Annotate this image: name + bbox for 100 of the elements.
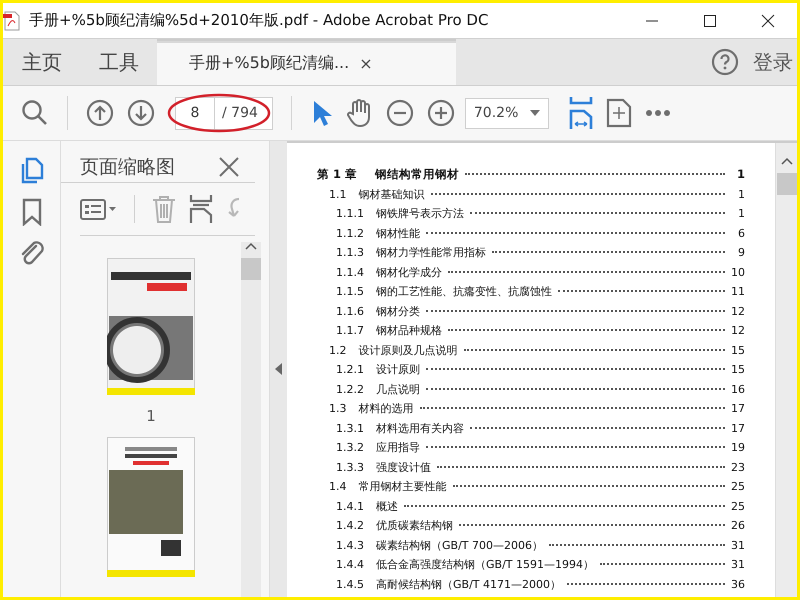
section-number: 1.3 — [329, 402, 346, 415]
section-number: 1.1.6 — [336, 304, 364, 318]
page-number-field[interactable]: 8 — [175, 96, 215, 130]
page-number: 31 — [731, 538, 745, 552]
page-number: 10 — [731, 266, 745, 278]
scrollbar-thumb[interactable] — [776, 173, 796, 195]
section-number: 1.4.2 — [336, 519, 364, 532]
section-title: 概述 — [376, 498, 398, 514]
section-number: 1.4.5 — [336, 578, 364, 590]
page-number: 12 — [731, 304, 745, 318]
section-number: 1.4 — [329, 480, 346, 493]
section-title: 钢材品种规格 — [376, 323, 442, 338]
section-title: 碳素结构钢（GB/T 700—2006） — [376, 538, 543, 552]
page-number: 1 — [737, 207, 745, 220]
section-number: 1.3.3 — [336, 460, 364, 474]
section-number: 1.1.7 — [336, 324, 364, 337]
section-number: 1.4.1 — [336, 500, 364, 512]
minimize-icon — [645, 20, 659, 22]
cover-thumbnail[interactable] — [107, 258, 195, 395]
search-icon[interactable] — [21, 99, 49, 127]
section-number: 1.2.1 — [336, 363, 364, 376]
section-number: 1.3.2 — [336, 441, 364, 454]
scrollbar[interactable] — [241, 242, 261, 597]
section-title: 钢材分类 — [376, 304, 420, 318]
zoom-out-icon[interactable] — [386, 99, 414, 127]
page-number: 25 — [731, 480, 745, 493]
scrollbar-thumb[interactable] — [241, 258, 261, 280]
section-number: 第 1 章 — [317, 167, 358, 182]
section-number: 1.2.2 — [336, 382, 364, 396]
help-icon[interactable] — [711, 48, 739, 76]
section-title: 常用钢材主要性能 — [358, 479, 446, 494]
section-title: 钢结构常用钢材 — [375, 167, 460, 182]
fit-page-icon[interactable] — [606, 98, 632, 128]
up-caret-icon[interactable] — [780, 157, 792, 165]
page-number: 15 — [731, 363, 745, 376]
sign-in-button[interactable]: 登录 — [739, 39, 797, 85]
page-number: 9 — [737, 246, 745, 259]
section-number: 1.1.1 — [336, 207, 364, 220]
bookmark-icon[interactable] — [20, 198, 42, 226]
close-icon[interactable] — [219, 156, 239, 176]
page-number: 1 — [736, 167, 745, 181]
page-count: / 794 — [215, 96, 273, 130]
page-number: 15 — [731, 344, 745, 356]
page-number: 6 — [737, 226, 745, 240]
section-title: 设计原则 — [376, 362, 420, 377]
page-number: 25 — [731, 500, 745, 512]
close-tab-button[interactable]: × — [359, 54, 373, 72]
page-number: 36 — [731, 578, 745, 590]
page-number: 12 — [731, 324, 745, 337]
zoom-dropdown[interactable]: 70.2% — [464, 98, 549, 128]
page-number: 19 — [731, 441, 745, 454]
panel-title: 页面缩略图 — [80, 154, 175, 180]
page-number: 1 — [737, 188, 745, 200]
tab[interactable]: 手册+%5b顾纪清编... × — [157, 39, 456, 85]
section-number: 1.4.4 — [336, 558, 364, 571]
section-title: 钢铁牌号表示方法 — [376, 206, 464, 221]
page-number: 17 — [731, 402, 745, 415]
section-number: 1.3.1 — [336, 422, 364, 434]
page-number: 23 — [731, 460, 745, 474]
section-title: 强度设计值 — [376, 460, 431, 474]
more-icon[interactable] — [644, 109, 671, 117]
fit-width-icon[interactable] — [568, 97, 593, 129]
section-title: 钢材性能 — [376, 226, 420, 240]
page-number: 31 — [731, 558, 745, 571]
up-caret-icon[interactable] — [245, 242, 257, 250]
page-number: 17 — [731, 422, 745, 434]
insert-page-icon[interactable] — [189, 195, 213, 223]
options-icon[interactable] — [80, 197, 118, 221]
page-number: 11 — [731, 285, 745, 298]
scrollbar[interactable] — [775, 143, 797, 597]
tab[interactable]: 工具 — [80, 39, 157, 85]
back-cover-thumbnail[interactable] — [107, 437, 195, 577]
window-title: 手册+%5b顾纪清编%5d+2010年版.pdf - Adobe Acrobat Pro DC — [29, 11, 490, 30]
page-number: 26 — [731, 519, 745, 532]
section-number: 1.1.4 — [336, 266, 364, 278]
maximize-icon — [703, 14, 717, 28]
section-title: 几点说明 — [376, 382, 420, 396]
page-label: 1 — [146, 407, 156, 425]
section-number: 1.4.3 — [336, 538, 364, 552]
section-title: 钢材基础知识 — [358, 186, 424, 202]
left-triangle-icon — [275, 363, 282, 375]
section-number: 1.1.2 — [336, 226, 364, 240]
section-title: 高耐候结构钢（GB/T 4171—2000） — [376, 576, 561, 592]
section-title: 材料选用有关内容 — [376, 420, 464, 436]
section-number: 1.1.3 — [336, 246, 364, 259]
zoom-in-icon[interactable] — [426, 99, 455, 127]
section-title: 优质碳素结构钢 — [376, 518, 453, 533]
section-number: 1.1 — [329, 188, 346, 200]
section-title: 钢材化学成分 — [376, 264, 442, 280]
caret-icon — [530, 110, 540, 116]
hand-icon[interactable] — [344, 98, 373, 128]
section-title: 设计原则及几点说明 — [358, 342, 458, 358]
section-number: 1.1.5 — [336, 285, 364, 298]
section-title: 材料的选用 — [358, 401, 414, 416]
section-title: 应用指导 — [376, 440, 420, 455]
tab[interactable]: 主页 — [3, 39, 80, 85]
page-number: 16 — [731, 382, 745, 396]
section-title: 钢的工艺性能、抗癟变性、抗腐蚀性 — [376, 284, 552, 299]
close-icon — [761, 14, 775, 28]
section-title: 低合金高强度结构钢（GB/T 1591—1994） — [376, 557, 594, 572]
